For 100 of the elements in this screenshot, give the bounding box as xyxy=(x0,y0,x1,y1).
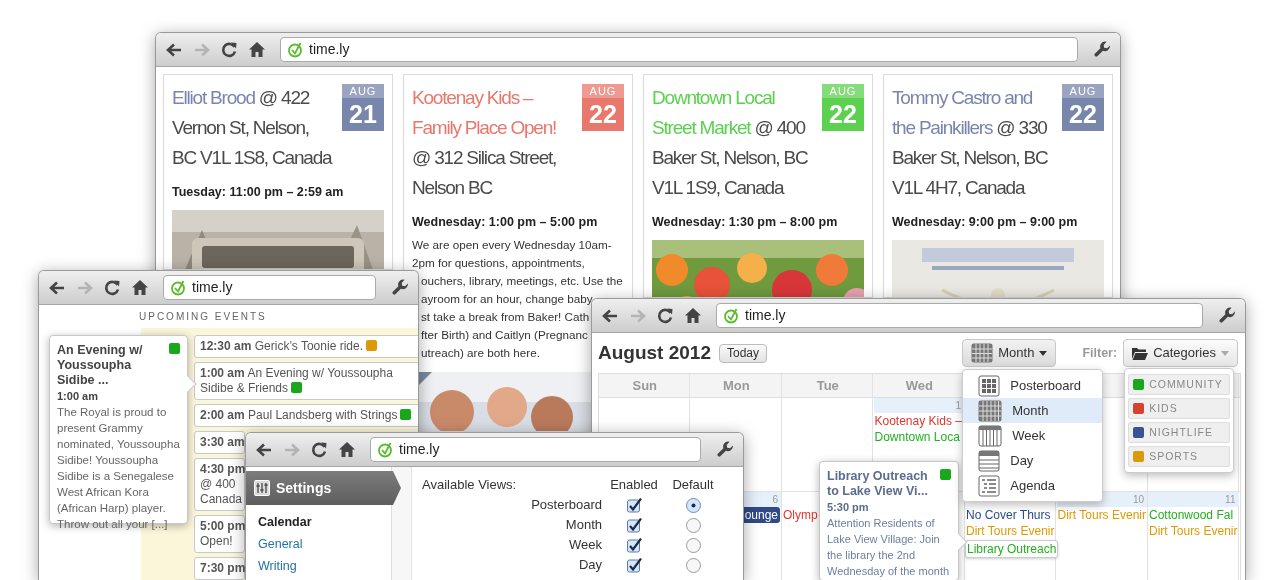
back-icon[interactable] xyxy=(165,42,183,57)
filter-label: Filter: xyxy=(1082,344,1118,362)
calendar-event[interactable]: No Cover Thurs xyxy=(965,507,1052,523)
day-header: 1 xyxy=(873,398,964,413)
view-label: Posterboard xyxy=(530,496,603,514)
home-icon[interactable] xyxy=(131,279,149,296)
reload-icon[interactable] xyxy=(104,279,121,296)
description-line: utreach) are both here. xyxy=(420,345,540,361)
today-button[interactable]: Today xyxy=(719,343,767,363)
menu-item[interactable]: Posterboard xyxy=(963,373,1103,398)
logo-icon xyxy=(723,307,739,324)
checkbox[interactable] xyxy=(626,517,642,533)
address-field[interactable]: time.ly xyxy=(163,275,376,300)
popover-time: 1:00 am xyxy=(57,389,99,403)
event-item[interactable]: 3:30 am xyxy=(194,431,245,454)
menu-item[interactable]: Week xyxy=(963,423,1103,448)
popover-title: An Evening w/ Youssoupha Sidibe ... xyxy=(57,343,144,388)
description-line: We are open every Wednesday 10am- xyxy=(412,237,612,253)
description-line: fter Birth) and Caitlyn (Pregnanc xyxy=(420,327,588,343)
event-time: Tuesday: 11:00 pm – 2:59 am xyxy=(172,185,345,200)
nav-link[interactable]: General xyxy=(246,533,315,555)
wrench-icon[interactable] xyxy=(717,441,734,458)
popover-title: Library Outreach to Lake View Vi... xyxy=(827,469,929,499)
view-label: Month xyxy=(564,516,603,534)
reload-icon[interactable] xyxy=(311,441,328,458)
day-rows-icon xyxy=(978,449,1001,472)
date-day: 22 xyxy=(582,98,624,131)
view-dropdown-button[interactable]: Month xyxy=(962,339,1057,367)
home-icon[interactable] xyxy=(684,307,702,324)
radio-button[interactable] xyxy=(685,557,701,573)
calendar-event[interactable]: Kootenay Kids – xyxy=(873,413,963,429)
checkbox[interactable] xyxy=(626,497,642,513)
column-header: Default xyxy=(671,476,715,494)
event-heading[interactable]: Elliot Brood @ 422 Vernon St, Nelson, BC V1L 1S8, Canada xyxy=(172,83,334,173)
caret-icon xyxy=(1039,350,1048,356)
posterboard-icon xyxy=(978,374,1001,397)
logo-icon xyxy=(170,279,186,296)
event-item[interactable]: 4:30 pm @ 400 Canada xyxy=(194,458,245,511)
week-columns-icon xyxy=(978,424,1003,447)
calendar-title: August 2012 xyxy=(598,341,711,365)
caret-icon xyxy=(1221,350,1229,356)
radio-button[interactable] xyxy=(685,497,701,513)
section-heading: UPCOMING EVENTS xyxy=(138,310,268,324)
column-header: Enabled xyxy=(610,476,658,494)
radio-button[interactable] xyxy=(685,517,701,533)
reload-icon[interactable] xyxy=(221,41,238,58)
wrench-icon[interactable] xyxy=(392,279,409,296)
description-line: ouchers, library, meetings, etc. Use the xyxy=(420,273,623,289)
view-label: Day xyxy=(577,556,603,574)
popover-description: Attention Residents of Lake View Village: Join the library the 2nd Wednesday of the month xyxy=(827,516,951,579)
back-icon[interactable] xyxy=(48,280,66,295)
description-line: 2pm for questions, appointments, xyxy=(412,255,585,271)
event-item[interactable]: 5:00 pm Open! xyxy=(194,515,245,553)
folder-icon xyxy=(1132,346,1149,360)
weekday-header: Sun xyxy=(631,377,659,395)
day-header: 11 xyxy=(1148,492,1239,507)
description-line: st take a break from Baker! Cath xyxy=(420,309,590,325)
event-item[interactable]: 1:00 am An Evening w/ Youssoupha Sidibe & Friends xyxy=(194,362,418,400)
home-icon[interactable] xyxy=(248,41,266,58)
event-heading[interactable]: Kootenay Kids – Family Place Open! @ 312 Silica Street, Nelson BC xyxy=(412,83,574,203)
address-field[interactable]: time.ly xyxy=(370,437,701,462)
nav-link[interactable]: Calendar xyxy=(246,511,324,533)
popover-description: The Royal is proud to present Grammy nominated, Youssoupha Sidibe! Youssoupha Sidibe is a Senegalese West African Kora (African Harp) player. Throw out all your [...] xyxy=(57,405,180,532)
month-grid-icon xyxy=(978,399,1003,422)
categories-dropdown-button[interactable]: Categories xyxy=(1123,339,1238,367)
date-month: AUG xyxy=(342,84,384,98)
home-icon[interactable] xyxy=(338,441,356,458)
address-field[interactable]: time.ly xyxy=(280,37,1078,62)
checkbox[interactable] xyxy=(626,557,642,573)
date-day: 22 xyxy=(822,98,864,131)
checkbox[interactable] xyxy=(626,537,642,553)
date-month: AUG xyxy=(1062,84,1104,98)
event-item[interactable]: 2:00 am Paul Landsberg with Strings xyxy=(194,404,418,427)
date-day: 21 xyxy=(342,98,384,131)
date-month: AUG xyxy=(822,84,864,98)
calendar-event[interactable]: Olymp xyxy=(782,507,819,523)
back-icon[interactable] xyxy=(255,442,273,457)
weekday-header: Wed xyxy=(904,377,934,395)
menu-item[interactable]: Day xyxy=(963,448,1103,473)
nav-link[interactable]: Writing xyxy=(246,555,309,577)
event-item[interactable]: 7:30 pm xyxy=(194,557,245,580)
event-time: Wednesday: 1:30 pm – 8:00 pm xyxy=(652,215,839,230)
field-label: Available Views: xyxy=(422,476,518,494)
event-time: Wednesday: 1:00 pm – 5:00 pm xyxy=(412,215,599,230)
logo-icon xyxy=(287,41,303,58)
popover-time: 5:30 pm xyxy=(827,500,870,514)
event-item[interactable]: 12:30 am Gerick’s Toonie ride. xyxy=(194,335,418,358)
event-heading[interactable]: Tommy Castro and the Painkillers @ 330 Baker St, Nelson, BC V1L 4H7, Canada xyxy=(892,83,1054,203)
reload-icon[interactable] xyxy=(657,307,674,324)
calendar-grid-icon xyxy=(971,343,994,363)
back-icon[interactable] xyxy=(601,308,619,323)
wrench-icon[interactable] xyxy=(1219,307,1236,324)
wrench-icon[interactable] xyxy=(1094,41,1111,58)
event-heading[interactable]: Downtown Local Street Market @ 400 Baker St, Nelson, BC V1L 1S9, Canada xyxy=(652,83,814,203)
address-field[interactable]: time.ly xyxy=(716,303,1203,328)
weekday-header: Mon xyxy=(721,377,751,395)
date-month: AUG xyxy=(582,84,624,98)
menu-item[interactable]: Month xyxy=(963,398,1103,423)
radio-button[interactable] xyxy=(685,537,701,553)
settings-icon xyxy=(254,480,270,496)
